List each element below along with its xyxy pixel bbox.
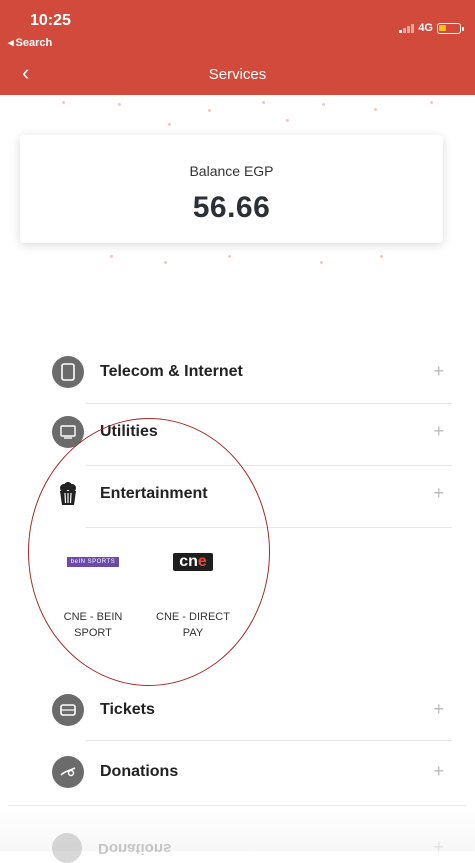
phone-icon [52, 356, 84, 388]
donation-icon [52, 833, 82, 863]
expand-plus-icon[interactable]: + [433, 421, 444, 442]
category-label: Tickets [100, 701, 155, 718]
service-name: CNE - BEIN SPORT [63, 611, 123, 639]
expand-plus-icon[interactable]: + [433, 699, 444, 720]
service-name: CNE - DIRECT PAY [156, 611, 230, 639]
search-back-link[interactable]: ◂ Search [8, 36, 53, 50]
battery-icon [437, 22, 464, 34]
app-header: 10:25 ◂ Search 4G ‹ Services [0, 0, 475, 95]
network-label: 4G [418, 22, 433, 34]
reflected-label: Donations [98, 839, 172, 857]
expand-plus-icon[interactable]: + [433, 483, 444, 504]
divider [86, 527, 452, 528]
back-triangle-icon: ◂ [8, 37, 14, 49]
search-back-label: Search [15, 36, 53, 49]
service-cne-direct-pay[interactable]: cne CNE - DIRECT PAY [148, 551, 238, 641]
divider [86, 465, 452, 466]
cne-logo: cne [148, 551, 238, 573]
category-telecom-internet[interactable]: Telecom & Internet + [52, 352, 452, 392]
bein-sports-logo: beIN SPORTS [48, 551, 138, 573]
category-label: Telecom & Internet [100, 363, 243, 380]
category-tickets[interactable]: Tickets + [52, 690, 452, 730]
panel-edge [8, 805, 467, 806]
ticket-icon [52, 694, 84, 726]
status-time: 10:25 [30, 12, 71, 29]
reflected-donations-row: Donations + [52, 833, 452, 863]
expand-plus-icon: + [433, 837, 444, 857]
expand-plus-icon[interactable]: + [433, 361, 444, 382]
balance-label: Balance EGP [189, 163, 274, 179]
page-title: Services [208, 66, 267, 83]
signal-icon [399, 23, 415, 33]
category-label: Entertainment [100, 485, 208, 502]
battery-fill [439, 24, 446, 31]
category-utilities[interactable]: Utilities + [52, 412, 452, 452]
balance-value: 56.66 [192, 191, 271, 224]
divider [86, 403, 452, 404]
expand-plus-icon[interactable]: + [433, 761, 444, 782]
status-indicators: 4G [399, 22, 464, 34]
category-label: Donations [100, 763, 179, 780]
divider [86, 740, 452, 741]
utilities-icon [52, 416, 84, 448]
category-entertainment[interactable]: Entertainment + [52, 474, 452, 514]
donation-icon [52, 756, 84, 788]
balance-card: Balance EGP 56.66 [20, 135, 443, 243]
service-cne-bein-sport[interactable]: beIN SPORTS CNE - BEIN SPORT [48, 551, 138, 641]
category-donations[interactable]: Donations + [52, 752, 452, 792]
category-label: Utilities [100, 423, 158, 440]
popcorn-icon [52, 478, 84, 510]
